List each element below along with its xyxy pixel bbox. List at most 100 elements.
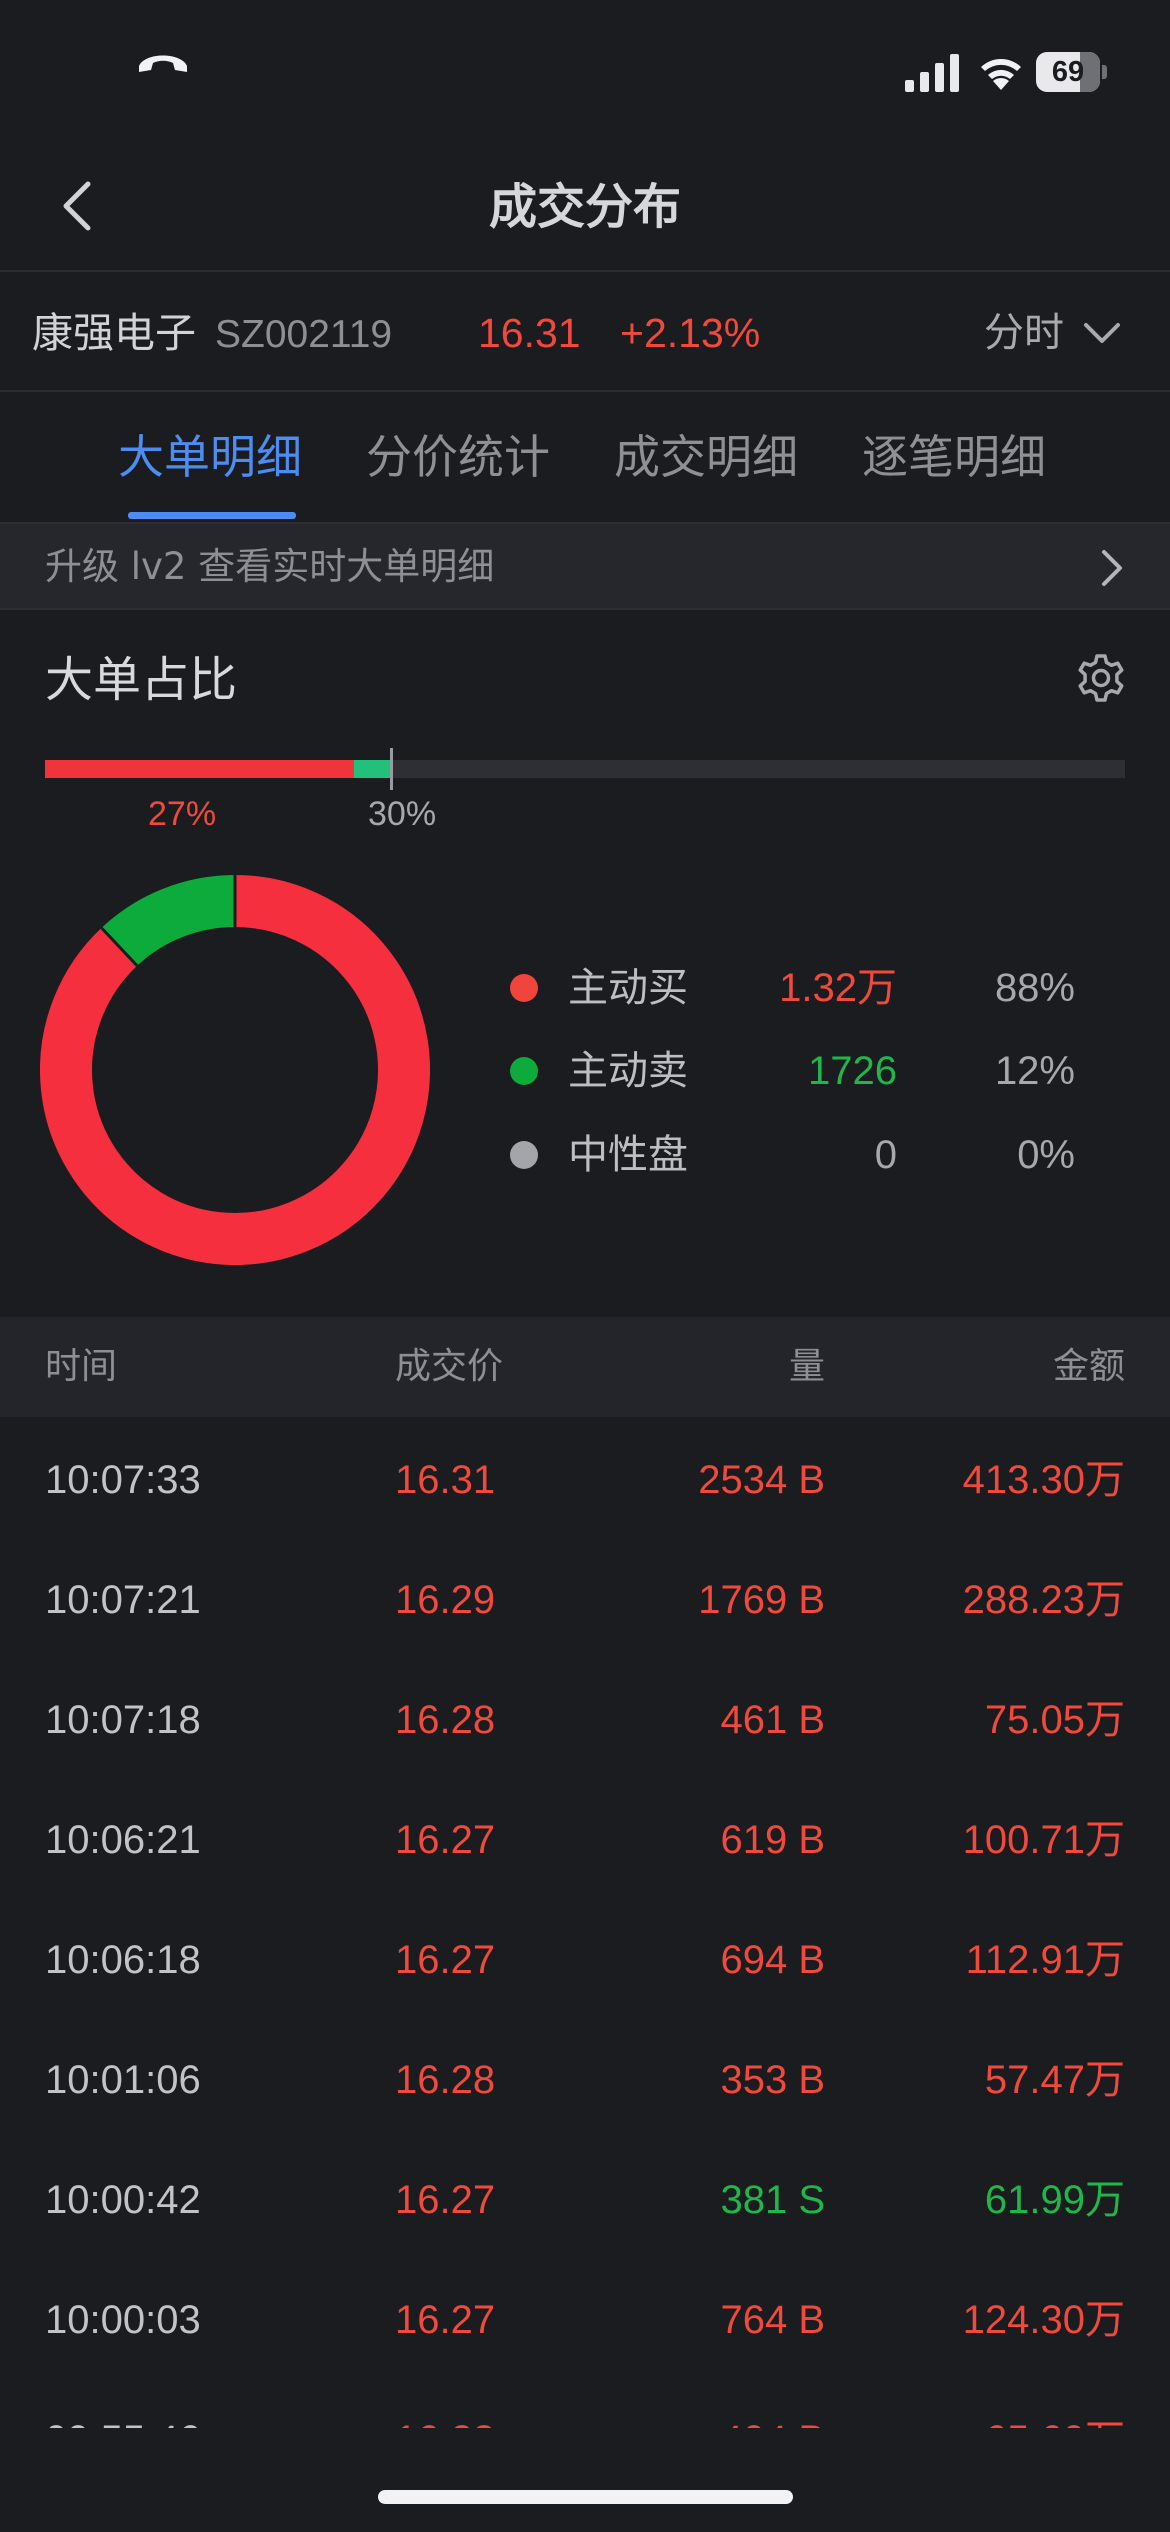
amount-cell: 100.71万 (962, 1818, 1125, 1862)
volume-cell: 461 B (720, 1698, 825, 1742)
home-indicator[interactable] (378, 2490, 793, 2504)
table-row[interactable]: 10:07:18 16.28 461 B 75.05万 (0, 1660, 1170, 1780)
table-row[interactable]: 10:07:21 16.29 1769 B 288.23万 (0, 1540, 1170, 1660)
column-header-time: 时间 (45, 1346, 118, 1387)
legend-value: 1726 (808, 1049, 897, 1093)
time-cell: 10:00:42 (45, 2178, 201, 2222)
column-header-volume: 量 (788, 1346, 825, 1387)
trade-table[interactable]: 10:07:33 16.31 2534 B 413.30万 10:07:21 16.29 1… (0, 1420, 1170, 2430)
ratio-buy-label: 27% (148, 795, 217, 833)
gear-icon[interactable] (1075, 652, 1127, 704)
price-cell: 16.23 (395, 2410, 495, 2430)
legend-value: 0 (874, 1133, 897, 1177)
table-row[interactable]: 09:55:46 16.23 404 B 65.60万 (0, 2380, 1170, 2430)
stock-price: 16.31 (478, 310, 581, 356)
donut-slice-0 (40, 875, 430, 1265)
amount-cell: 288.23万 (962, 1578, 1125, 1622)
volume-cell: 2534 B (698, 1458, 825, 1502)
time-cell: 10:00:03 (45, 2298, 201, 2342)
amount-cell: 75.05万 (984, 1698, 1125, 1742)
price-cell: 16.29 (395, 1578, 496, 1622)
price-cell: 16.28 (395, 2058, 496, 2102)
legend-percent: 88% (994, 966, 1075, 1010)
table-row[interactable]: 10:00:42 16.27 381 S 61.99万 (0, 2140, 1170, 2260)
amount-cell: 124.30万 (962, 2298, 1125, 2342)
price-cell: 16.28 (395, 1698, 496, 1742)
header-divider (0, 270, 1170, 272)
table-row[interactable]: 10:00:03 16.27 764 B 124.30万 (0, 2260, 1170, 2380)
legend-dot-sell (510, 1057, 538, 1085)
status-bar: 69 (0, 0, 1170, 140)
phone-call-icon[interactable] (135, 48, 191, 78)
chevron-right-icon[interactable] (1096, 548, 1128, 588)
legend-dot-buy (510, 974, 538, 1002)
chevron-down-icon[interactable] (1082, 316, 1122, 350)
legend-percent: 0% (1017, 1133, 1075, 1177)
price-cell: 16.27 (395, 1938, 496, 1982)
volume-cell: 381 S (720, 2178, 825, 2222)
time-cell: 10:07:18 (45, 1698, 201, 1742)
legend-row-neutral: 中性盘 0 0% (510, 1125, 1090, 1185)
upgrade-banner-text: 升级 lv2 查看实时大单明细 (45, 545, 495, 588)
time-cell: 10:07:33 (45, 1458, 201, 1502)
ratio-bar-marker (390, 748, 393, 790)
ratio-bar-buy-fill (45, 760, 354, 778)
volume-cell: 353 B (720, 2058, 825, 2102)
battery-icon: 69 (1036, 52, 1108, 92)
price-cell: 16.27 (395, 1818, 496, 1862)
time-cell: 10:06:21 (45, 1818, 201, 1862)
ratio-marker-label: 30% (368, 795, 437, 833)
stock-code: SZ002119 (215, 313, 393, 356)
volume-cell: 404 B (720, 2410, 825, 2430)
column-header-amount: 金额 (1052, 1346, 1125, 1387)
tab-price-statistics[interactable]: 分价统计 (366, 425, 550, 489)
stock-name: 康强电子 (32, 309, 196, 357)
section-title: 大单占比 (45, 652, 238, 708)
legend-label: 主动买 (568, 965, 688, 1011)
tab-tick-detail[interactable]: 逐笔明细 (862, 425, 1046, 489)
legend-row-sell: 主动卖 1726 12% (510, 1041, 1090, 1101)
volume-cell: 619 B (720, 1818, 825, 1862)
period-selector[interactable]: 分时 (984, 306, 1064, 360)
tab-big-order-detail[interactable]: 大单明细 (118, 425, 302, 489)
amount-cell: 61.99万 (984, 2178, 1125, 2222)
legend-row-buy: 主动买 1.32万 88% (510, 958, 1090, 1018)
price-cell: 16.31 (395, 1458, 496, 1502)
time-cell: 10:01:06 (45, 2058, 201, 2102)
stock-change: +2.13% (620, 310, 761, 356)
table-row[interactable]: 10:07:33 16.31 2534 B 413.30万 (0, 1420, 1170, 1540)
bottom-safe-area (0, 2428, 1170, 2532)
active-tab-indicator (128, 512, 296, 519)
table-row[interactable]: 10:06:21 16.27 619 B 100.71万 (0, 1780, 1170, 1900)
legend-value: 1.32万 (779, 966, 897, 1010)
stock-divider (0, 390, 1170, 392)
ratio-bar-sell-fill (354, 760, 390, 778)
battery-level: 69 (1051, 56, 1085, 88)
time-cell: 10:06:18 (45, 1938, 201, 1982)
donut-slice-1 (101, 875, 236, 967)
legend-dot-neutral (510, 1141, 538, 1169)
amount-cell: 413.30万 (962, 1458, 1125, 1502)
wifi-icon (981, 59, 1021, 90)
table-header (0, 1317, 1170, 1417)
cellular-signal-icon (905, 52, 961, 92)
column-header-price: 成交价 (395, 1346, 504, 1387)
legend-percent: 12% (994, 1049, 1075, 1093)
time-cell: 09:55:46 (45, 2410, 201, 2430)
legend-label: 主动卖 (568, 1048, 688, 1094)
amount-cell: 65.60万 (985, 2410, 1125, 2430)
donut-chart (40, 875, 430, 1265)
volume-cell: 1769 B (698, 1578, 825, 1622)
amount-cell: 112.91万 (965, 1938, 1125, 1982)
price-cell: 16.27 (395, 2178, 496, 2222)
table-row[interactable]: 10:06:18 16.27 694 B 112.91万 (0, 1900, 1170, 2020)
volume-cell: 764 B (720, 2298, 825, 2342)
page-title: 成交分布 (488, 179, 681, 235)
amount-cell: 57.47万 (984, 2058, 1125, 2102)
table-row[interactable]: 10:01:06 16.28 353 B 57.47万 (0, 2020, 1170, 2140)
tab-trade-detail[interactable]: 成交明细 (614, 425, 798, 489)
volume-cell: 694 B (720, 1938, 825, 1982)
legend-label: 中性盘 (568, 1132, 688, 1178)
price-cell: 16.27 (395, 2298, 496, 2342)
time-cell: 10:07:21 (45, 1578, 201, 1622)
